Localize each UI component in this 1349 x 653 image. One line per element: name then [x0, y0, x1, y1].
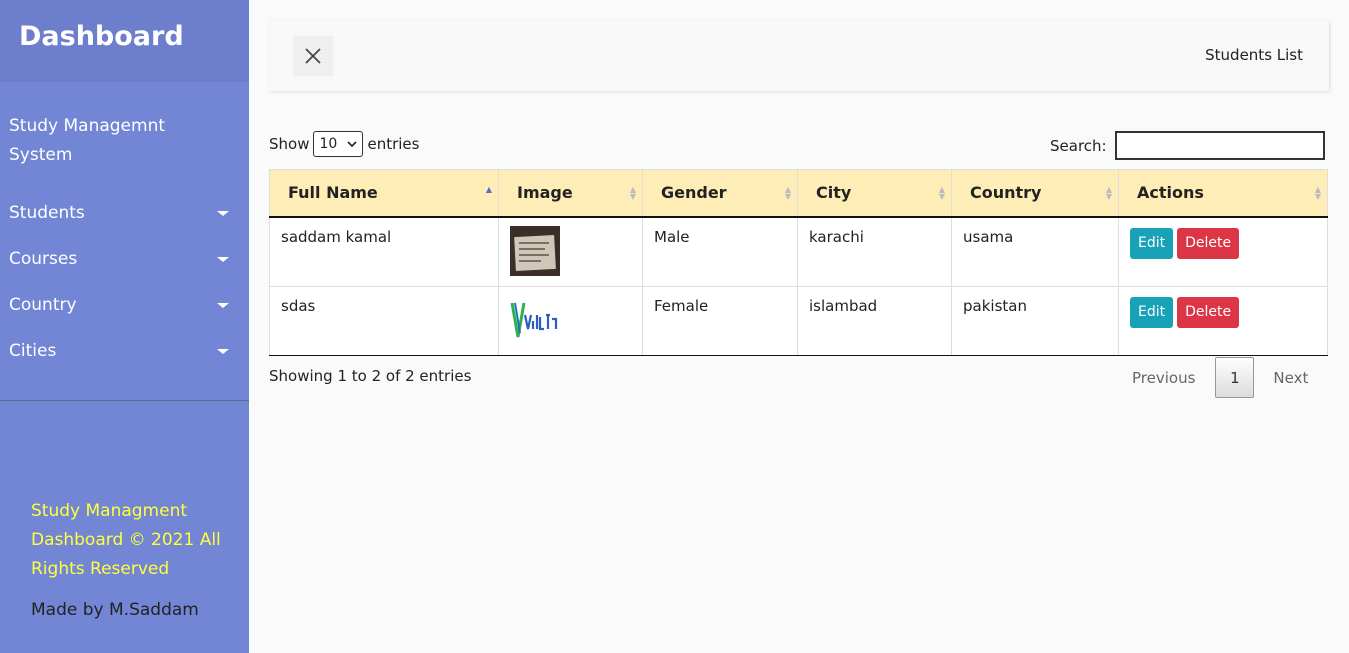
column-header-city[interactable]: City ▲ ▼ [797, 169, 952, 218]
sort-icon: ▲ ▼ [784, 185, 791, 201]
sort-icon: ▲ ▼ [938, 185, 945, 201]
column-header-country[interactable]: Country ▲ ▼ [951, 169, 1119, 218]
column-header-actions[interactable]: Actions ▲ ▼ [1118, 169, 1328, 218]
column-header-full-name[interactable]: Full Name ▲ [269, 169, 499, 218]
sidebar-divider [0, 400, 249, 401]
table-row: sdas Female islambad pakistan Edit Delete [269, 285, 1328, 356]
sort-icon: ▲ ▼ [1314, 185, 1321, 201]
entries-label: entries [367, 135, 420, 153]
sidebar-title: Dashboard [19, 21, 184, 52]
show-label: Show [269, 135, 310, 153]
page-button-1[interactable]: 1 [1215, 357, 1255, 398]
previous-page-button[interactable]: Previous [1132, 369, 1195, 387]
edit-button[interactable]: Edit [1130, 227, 1174, 259]
entries-length-control: Show 10 entries [269, 131, 419, 157]
edit-button[interactable]: Edit [1130, 296, 1174, 328]
column-header-label: Country [970, 183, 1042, 203]
cell-country: usama [951, 216, 1119, 287]
close-icon [305, 48, 321, 64]
sort-icon: ▲ ▼ [1105, 185, 1112, 201]
column-header-label: Gender [661, 183, 727, 203]
sidebar-item-students[interactable]: Students [0, 190, 249, 236]
delete-button[interactable]: Delete [1177, 227, 1240, 259]
column-header-label: Full Name [288, 183, 378, 203]
next-page-button[interactable]: Next [1273, 369, 1308, 387]
entries-select[interactable]: 10 [313, 131, 364, 157]
page-title: Students List [1205, 46, 1303, 64]
cell-image [498, 285, 643, 356]
topbar: Students List [269, 20, 1329, 91]
column-header-gender[interactable]: Gender ▲ ▼ [642, 169, 798, 218]
sort-icon: ▲ ▼ [629, 185, 636, 201]
cell-actions: Edit Delete [1118, 285, 1328, 356]
entries-select-value: 10 [319, 136, 338, 152]
sidebar-item-label: Country [9, 295, 77, 315]
search-label: Search: [1050, 136, 1107, 155]
cell-full-name: sdas [269, 285, 499, 356]
sort-ascending-icon: ▲ [485, 185, 492, 194]
column-header-label: Actions [1137, 183, 1204, 203]
caret-down-icon [217, 256, 229, 262]
sidebar-item-label: Courses [9, 249, 78, 269]
sidebar-item-label: Cities [9, 341, 57, 361]
cell-actions: Edit Delete [1118, 216, 1328, 287]
sidebar-subtitle: Study Managemnt System [9, 116, 166, 165]
table-row: saddam kamal Male karachi usama Edit Dele… [269, 216, 1328, 287]
cell-country: pakistan [951, 285, 1119, 356]
sidebar-item-cities[interactable]: Cities [0, 328, 249, 374]
sidebar-footer-author: Made by M.Saddam [31, 600, 199, 620]
sidebar-item-country[interactable]: Country [0, 282, 249, 328]
cell-city: islambad [797, 285, 952, 356]
search-input[interactable] [1114, 131, 1325, 160]
students-table: Full Name ▲ Image ▲ ▼ Gender ▲ ▼ City ▲ ▼ C… [269, 169, 1328, 356]
cell-gender: Female [642, 285, 798, 356]
cell-image [498, 216, 643, 287]
sidebar-item-courses[interactable]: Courses [0, 236, 249, 282]
sidebar-header: Dashboard [0, 0, 249, 82]
column-header-label: City [816, 183, 852, 203]
caret-down-icon [217, 302, 229, 308]
sidebar-toggle-button[interactable] [293, 36, 333, 76]
cell-full-name: saddam kamal [269, 216, 499, 287]
caret-down-icon [217, 348, 229, 354]
delete-button[interactable]: Delete [1177, 296, 1240, 328]
sidebar-nav: Students Courses Country Cities [0, 190, 249, 374]
photo-thumbnail-icon [510, 225, 560, 276]
sidebar-footer-copyright: Study Managment Dashboard © 2021 All Rig… [31, 501, 221, 579]
column-header-image[interactable]: Image ▲ ▼ [498, 169, 643, 218]
column-header-label: Image [517, 183, 573, 203]
sidebar: Dashboard Study Managemnt System Student… [0, 0, 249, 653]
table-header-row: Full Name ▲ Image ▲ ▼ Gender ▲ ▼ City ▲ ▼ C… [269, 169, 1328, 218]
caret-down-icon [217, 210, 229, 216]
table-info: Showing 1 to 2 of 2 entries [269, 367, 472, 385]
sidebar-item-label: Students [9, 203, 85, 223]
chevron-down-icon [347, 141, 358, 147]
search-control: Search: [1050, 131, 1325, 160]
cell-gender: Male [642, 216, 798, 287]
pagination: Previous 1 Next [1120, 357, 1308, 398]
vaultspay-logo-icon [510, 294, 560, 345]
cell-city: karachi [797, 216, 952, 287]
